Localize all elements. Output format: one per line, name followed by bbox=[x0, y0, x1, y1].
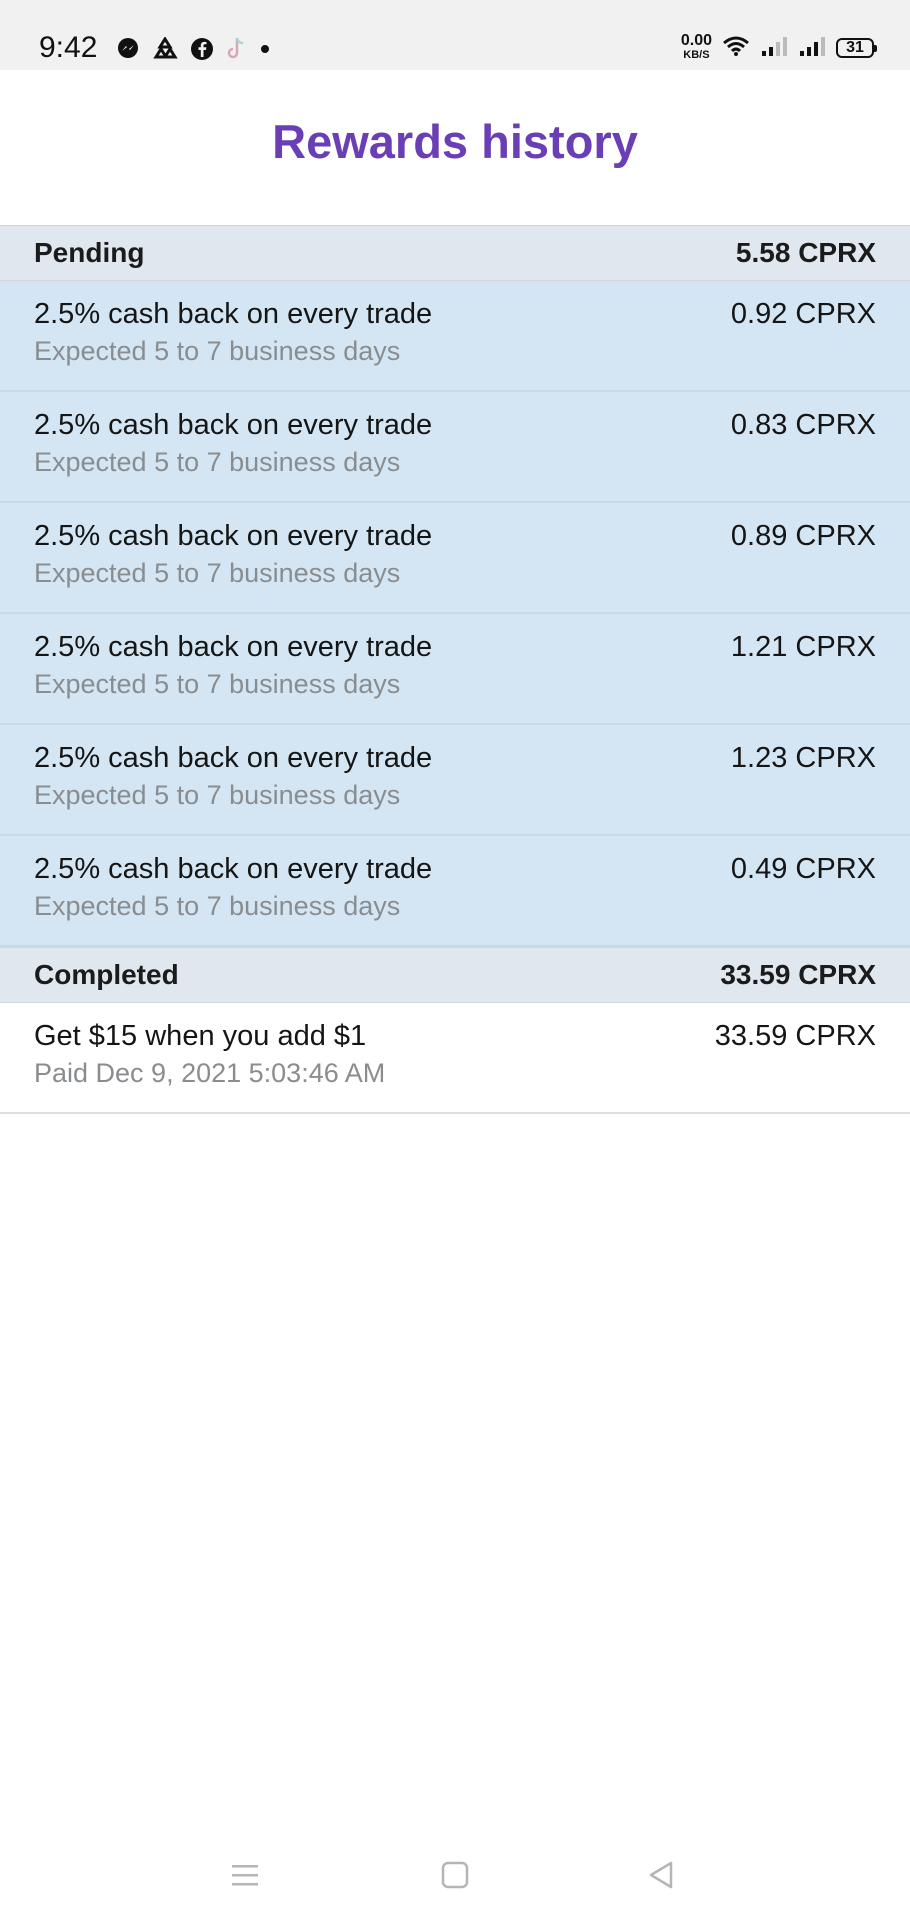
reward-subtitle: Expected 5 to 7 business days bbox=[34, 447, 401, 477]
facebook-icon bbox=[190, 37, 214, 61]
reward-amount: 1.23 CPRX bbox=[730, 742, 876, 774]
reward-title: Get $15 when you add $1 bbox=[34, 1020, 367, 1052]
status-bar: 9:42 0.00 KB/S 31 bbox=[0, 0, 910, 70]
reward-subtitle: Expected 5 to 7 business days bbox=[34, 669, 401, 699]
network-speed-value: 0.00 bbox=[680, 32, 712, 49]
navigation-bar bbox=[0, 1830, 910, 1920]
reward-row[interactable]: 2.5% cash back on every trade Expected 5… bbox=[0, 614, 910, 725]
completed-total: 33.59 CPRX bbox=[720, 959, 876, 990]
signal-icon bbox=[798, 35, 826, 62]
back-triangle-icon[interactable] bbox=[636, 1850, 686, 1900]
network-speed-unit: KB/S bbox=[683, 49, 710, 61]
reward-amount: 33.59 CPRX bbox=[714, 1020, 876, 1052]
reward-amount: 0.89 CPRX bbox=[730, 520, 876, 552]
completed-label: Completed bbox=[34, 959, 179, 990]
menu-icon[interactable] bbox=[220, 1850, 270, 1900]
reward-title: 2.5% cash back on every trade bbox=[34, 853, 433, 885]
reward-amount: 0.92 CPRX bbox=[730, 298, 876, 330]
messenger-icon bbox=[116, 37, 140, 61]
battery-indicator: 31 bbox=[836, 38, 877, 58]
reward-subtitle: Expected 5 to 7 business days bbox=[34, 780, 401, 810]
reward-row[interactable]: 2.5% cash back on every trade Expected 5… bbox=[0, 281, 910, 392]
reward-subtitle: Paid Dec 9, 2021 5:03:46 AM bbox=[34, 1058, 386, 1088]
recycle-icon bbox=[152, 37, 178, 61]
reward-subtitle: Expected 5 to 7 business days bbox=[34, 891, 401, 921]
reward-subtitle: Expected 5 to 7 business days bbox=[34, 558, 401, 588]
network-speed: 0.00 KB/S bbox=[680, 32, 712, 62]
reward-row[interactable]: 2.5% cash back on every trade Expected 5… bbox=[0, 503, 910, 614]
reward-amount: 0.49 CPRX bbox=[730, 853, 876, 885]
reward-title: 2.5% cash back on every trade bbox=[34, 298, 433, 330]
reward-row[interactable]: 2.5% cash back on every trade Expected 5… bbox=[0, 725, 910, 836]
reward-title: 2.5% cash back on every trade bbox=[34, 520, 433, 552]
reward-amount: 1.21 CPRX bbox=[730, 631, 876, 663]
reward-row[interactable]: 2.5% cash back on every trade Expected 5… bbox=[0, 836, 910, 947]
signal-icon bbox=[760, 35, 788, 62]
reward-title: 2.5% cash back on every trade bbox=[34, 742, 433, 774]
reward-row[interactable]: Get $15 when you add $1 Paid Dec 9, 2021… bbox=[0, 1003, 910, 1114]
reward-subtitle: Expected 5 to 7 business days bbox=[34, 336, 401, 366]
page-title: Rewards history bbox=[272, 115, 638, 168]
home-square-icon[interactable] bbox=[430, 1850, 480, 1900]
notification-icons bbox=[116, 36, 270, 62]
pending-total: 5.58 CPRX bbox=[735, 237, 876, 268]
pending-section-header: Pending 5.58 CPRX bbox=[0, 225, 910, 281]
status-time: 9:42 bbox=[39, 31, 98, 64]
reward-title: 2.5% cash back on every trade bbox=[34, 631, 433, 663]
wifi-icon bbox=[722, 35, 750, 62]
pending-label: Pending bbox=[34, 237, 145, 268]
tiktok-icon bbox=[226, 36, 248, 62]
reward-title: 2.5% cash back on every trade bbox=[34, 409, 433, 441]
dot-icon bbox=[260, 44, 270, 54]
system-icons: 0.00 KB/S 31 bbox=[680, 30, 877, 66]
completed-section-header: Completed 33.59 CPRX bbox=[0, 947, 910, 1003]
reward-amount: 0.83 CPRX bbox=[730, 409, 876, 441]
reward-row[interactable]: 2.5% cash back on every trade Expected 5… bbox=[0, 392, 910, 503]
